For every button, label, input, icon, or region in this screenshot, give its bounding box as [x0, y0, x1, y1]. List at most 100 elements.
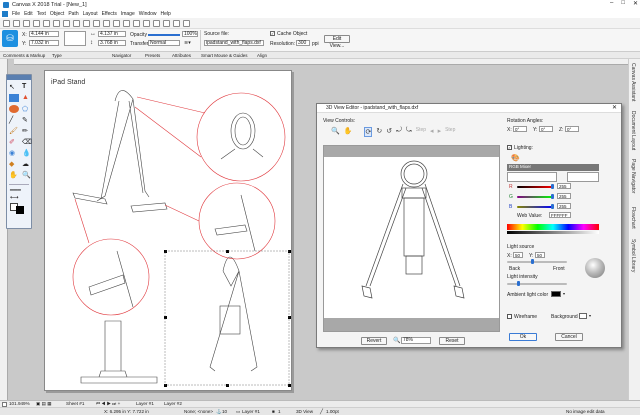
save-icon[interactable] — [23, 19, 30, 27]
lighting-checkbox[interactable]: ✓ — [507, 145, 512, 150]
polygon-tool-icon[interactable]: ⬠ — [22, 105, 32, 113]
green-slider-knob[interactable] — [551, 194, 554, 199]
cache-object-checkbox[interactable]: ✓ — [270, 31, 275, 36]
zoom-level[interactable]: 101.949% — [9, 401, 30, 406]
hand-tool-icon[interactable]: ✋ — [9, 171, 19, 179]
cancel-button[interactable]: Cancel — [555, 333, 583, 341]
print-icon[interactable] — [33, 19, 40, 27]
document-page[interactable]: iPad Stand — [44, 70, 292, 391]
opacity-field[interactable]: 100% — [182, 31, 198, 37]
grid-icon[interactable] — [93, 19, 100, 27]
ambient-dropdown-icon[interactable]: ▾ — [563, 291, 565, 296]
spin-icon[interactable]: ⤿ — [406, 127, 412, 137]
background-dropdown-icon[interactable]: ▾ — [589, 313, 591, 318]
y-position-field[interactable]: 7.032 in — [29, 40, 59, 46]
brush-tool-icon[interactable]: 🖌 — [9, 127, 19, 135]
line-weight-icon[interactable]: ━━━ — [7, 187, 31, 194]
source-file-field[interactable]: ipadstand_with_flaps.dxf — [204, 40, 264, 46]
red-slider[interactable] — [517, 186, 553, 188]
guides-icon[interactable] — [113, 19, 120, 27]
tab-navigator[interactable]: Navigator — [112, 53, 131, 58]
stroke-color-swatch[interactable] — [16, 206, 24, 214]
menu-object[interactable]: Object — [50, 11, 64, 17]
undo-icon[interactable] — [73, 19, 80, 27]
dialog-close-icon[interactable]: ✕ — [612, 104, 617, 113]
ok-button[interactable]: Ok — [509, 333, 537, 341]
eraser-tool-icon[interactable]: ⌫ — [22, 138, 32, 146]
orbit-z-icon[interactable]: ⤾ — [396, 127, 402, 137]
tab-page-navigator[interactable]: Page Navigator — [630, 159, 636, 193]
background-color-swatch[interactable] — [579, 313, 587, 319]
tab-attributes[interactable]: Attributes — [172, 53, 191, 58]
wireframe-checkbox[interactable] — [507, 314, 512, 319]
sheet-nav-arrows[interactable]: ⏮ ◀ ▶ ⏭ + — [96, 401, 120, 406]
orbit-x-icon[interactable]: ↻ — [376, 127, 382, 137]
menu-effects[interactable]: Effects — [102, 11, 117, 17]
step-left-icon[interactable]: ◂ — [430, 127, 434, 137]
light-x-field[interactable]: 50 — [513, 252, 523, 258]
green-value-field[interactable]: 255 — [557, 193, 571, 199]
tab-type[interactable]: Type — [52, 53, 62, 58]
new-icon[interactable] — [3, 19, 10, 27]
layer2-tab[interactable]: Layer #2 — [164, 401, 182, 406]
tab-comments-markup[interactable]: Comments & Markup — [3, 53, 45, 58]
zoom-view-icon[interactable]: 🔍 — [331, 127, 340, 137]
opacity-slider[interactable] — [148, 34, 180, 36]
transfer-options-icon[interactable]: ≋▾ — [184, 40, 191, 46]
stamp-tool-icon[interactable]: ◆ — [9, 160, 19, 168]
red-value-field[interactable]: 255 — [557, 183, 571, 189]
info-icon[interactable] — [183, 19, 190, 27]
sheet-selector[interactable]: Sheet #1 — [66, 401, 84, 406]
menu-window[interactable]: Window — [139, 11, 157, 17]
x-position-field[interactable]: 4.144 in — [29, 31, 59, 37]
minimize-button[interactable]: – — [610, 0, 613, 7]
text-tool-icon[interactable]: T — [22, 83, 32, 91]
horizontal-ruler[interactable] — [14, 59, 628, 65]
rectangle-tool-icon[interactable] — [9, 94, 19, 102]
hand-icon[interactable] — [133, 19, 140, 27]
color-picker-icon[interactable]: 🎨 — [511, 154, 520, 162]
transfer-select[interactable]: Normal — [148, 40, 180, 46]
tab-canvas-assistant[interactable]: Canvas Assistant — [630, 63, 636, 101]
arrow-style-icon[interactable]: ⟷ — [7, 194, 31, 201]
rotate-view-icon[interactable]: ⟳ — [364, 127, 373, 137]
fill-tool-icon[interactable]: ◉ — [9, 149, 19, 157]
paste-icon[interactable] — [63, 19, 70, 27]
menu-edit[interactable]: Edit — [24, 11, 33, 17]
open-icon[interactable] — [13, 19, 20, 27]
line-tool-icon[interactable]: ╱ — [9, 116, 19, 124]
red-slider-knob[interactable] — [551, 184, 554, 189]
document-icon[interactable] — [153, 19, 160, 27]
ruler-icon[interactable] — [103, 19, 110, 27]
grayscale-bar[interactable] — [507, 231, 599, 234]
pan-view-icon[interactable]: ✋ — [344, 127, 353, 137]
resolution-field[interactable]: 300 — [296, 40, 310, 46]
menu-layout[interactable]: Layout — [83, 11, 98, 17]
cut-icon[interactable] — [43, 19, 50, 27]
web-value-field[interactable]: FFFFFF — [549, 212, 571, 218]
tab-document-layout[interactable]: Document Layout — [630, 111, 636, 150]
orbit-y-icon[interactable]: ↺ — [386, 127, 392, 137]
eyedropper-tool-icon[interactable]: 💧 — [22, 149, 32, 157]
selection-tool-icon[interactable]: ↖ — [9, 83, 19, 91]
copy-icon[interactable] — [53, 19, 60, 27]
pen-tool-icon[interactable]: ✎ — [22, 116, 32, 124]
width-field[interactable]: 4.137 in — [98, 31, 126, 37]
layer1-tab[interactable]: Layer #1 — [136, 401, 154, 406]
export-icon[interactable] — [163, 19, 170, 27]
blue-value-field[interactable]: 255 — [557, 203, 571, 209]
light-intensity-knob[interactable] — [517, 281, 520, 286]
shape-tool-icon[interactable]: ▲ — [22, 94, 32, 102]
light-preview-sphere[interactable] — [585, 258, 605, 278]
tab-flowchart[interactable]: Flowchart — [630, 207, 636, 229]
light-depth-slider[interactable] — [507, 261, 567, 263]
light-y-field[interactable]: 50 — [535, 252, 545, 258]
viewport-zoom-field[interactable]: 78% — [401, 337, 431, 344]
maximize-button[interactable]: □ — [621, 0, 625, 7]
blue-slider-knob[interactable] — [551, 204, 554, 209]
rotation-z-field[interactable]: 0° — [565, 126, 579, 132]
light-depth-knob[interactable] — [531, 259, 534, 264]
menu-file[interactable]: File — [12, 11, 20, 17]
paint-tool-icon[interactable]: ✐ — [9, 138, 19, 146]
oval-tool-icon[interactable] — [9, 105, 19, 113]
